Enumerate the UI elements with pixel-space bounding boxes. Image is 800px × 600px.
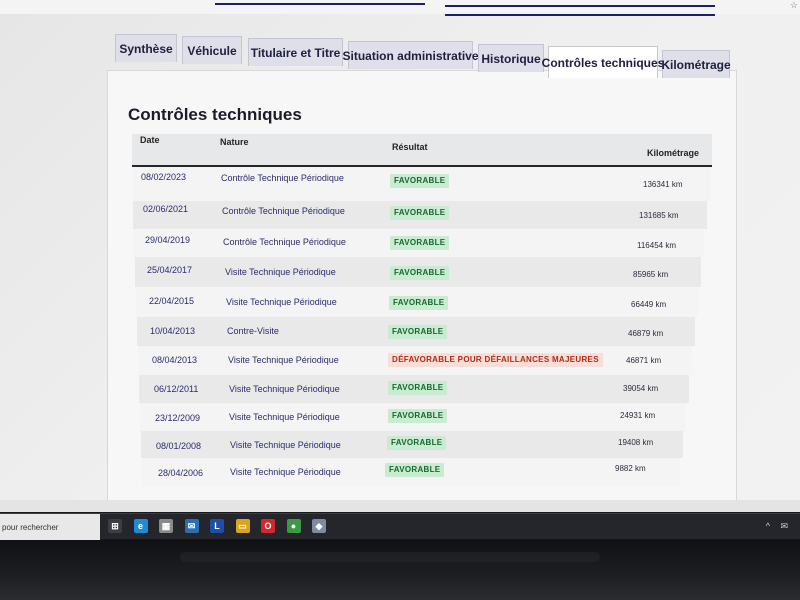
table-row: 08/02/2023 Contrôle Technique Périodique… [133, 167, 711, 201]
row-date: 28/04/2006 [158, 468, 204, 478]
windows-taskbar: pour rechercher ⊞ e ▦ ✉ L ▭ O ● ◆ ^ ✉ [0, 513, 800, 540]
result-badge: FAVORABLE [388, 381, 448, 395]
header-date: Date [140, 135, 160, 145]
row-km: 66449 km [631, 300, 667, 309]
table-row: 10/04/2013 Contre-Visite FAVORABLE 46879… [137, 317, 695, 346]
app-icon[interactable]: ◆ [312, 519, 326, 533]
row-date: 06/12/2011 [154, 384, 199, 394]
table-row: 23/12/2009 Visite Technique Périodique F… [140, 403, 686, 431]
row-nature: Visite Technique Périodique [226, 297, 337, 307]
result-badge: DÉFAVORABLE POUR DÉFAILLANCES MAJEURES [388, 353, 603, 367]
result-badge: FAVORABLE [389, 296, 449, 310]
row-nature: Contre-Visite [227, 326, 279, 336]
table-row: 28/04/2006 Visite Technique Périodique F… [142, 458, 680, 486]
row-date: 08/01/2008 [156, 441, 202, 451]
row-nature: Contrôle Technique Périodique [221, 173, 344, 183]
result-badge: FAVORABLE [390, 174, 450, 188]
result-badge: FAVORABLE [390, 206, 450, 220]
row-km: 85965 km [633, 270, 669, 279]
row-date: 29/04/2019 [145, 235, 191, 245]
table-row: 25/04/2017 Visite Technique Périodique F… [135, 257, 701, 287]
table-row: 22/04/2015 Visite Technique Périodique F… [136, 287, 698, 317]
chrome-icon[interactable]: ● [286, 519, 301, 533]
task-view-icon[interactable]: ⊞ [108, 519, 122, 533]
tab-historique[interactable]: Historique [478, 44, 544, 72]
row-date: 08/04/2013 [152, 355, 198, 365]
tab-situation-administrative[interactable]: Situation administrative [342, 41, 479, 69]
table-row: 08/04/2013 Visite Technique Périodique D… [138, 346, 692, 375]
top-strip: ☆ [0, 0, 800, 16]
star-icon[interactable]: ☆ [790, 0, 798, 11]
row-date: 10/04/2013 [150, 326, 196, 336]
tab-kilometrage[interactable]: Kilométrage [661, 50, 731, 78]
row-nature: Visite Technique Périodique [230, 440, 341, 450]
tab-bar: Synthèse Véhicule Titulaire et Titre Sit… [115, 33, 735, 78]
result-badge: FAVORABLE [390, 266, 450, 280]
row-nature: Contrôle Technique Périodique [223, 237, 346, 247]
row-km: 24931 km [620, 411, 656, 420]
result-badge: FAVORABLE [388, 325, 448, 339]
header-resultat: Résultat [392, 142, 428, 152]
nav-underline [445, 5, 715, 7]
row-date: 23/12/2009 [155, 413, 201, 423]
row-nature: Visite Technique Périodique [225, 267, 336, 277]
tab-synthese[interactable]: Synthèse [115, 34, 177, 62]
tab-controles-techniques[interactable]: Contrôles techniques [542, 46, 664, 78]
monitor-bezel [0, 540, 800, 600]
edge-icon[interactable]: e [133, 519, 148, 533]
row-km: 19408 km [618, 438, 654, 447]
row-date: 25/04/2017 [147, 265, 193, 275]
table-header: Date Nature Résultat Kilométrage [132, 134, 712, 167]
table-row: 02/06/2021 Contrôle Technique Périodique… [133, 201, 707, 229]
row-nature: Visite Technique Périodique [229, 412, 340, 422]
file-explorer-icon[interactable]: ▭ [235, 519, 250, 533]
table-row: 29/04/2019 Contrôle Technique Périodique… [134, 229, 704, 257]
nav-underline [445, 14, 715, 16]
result-badge: FAVORABLE [388, 409, 448, 423]
mail-icon[interactable]: ✉ [184, 519, 199, 533]
taskbar-search[interactable]: pour rechercher [0, 514, 100, 540]
header-kilometrage: Kilométrage [647, 148, 700, 158]
l-app-icon[interactable]: L [210, 519, 224, 533]
table-row: 06/12/2011 Visite Technique Périodique F… [139, 375, 689, 403]
row-nature: Contrôle Technique Périodique [222, 206, 345, 216]
opera-icon[interactable]: O [261, 519, 275, 533]
result-badge: FAVORABLE [387, 436, 447, 450]
row-nature: Visite Technique Périodique [229, 384, 340, 394]
tab-vehicule[interactable]: Véhicule [182, 36, 242, 64]
row-km: 136341 km [643, 180, 683, 189]
row-km: 131685 km [639, 211, 679, 220]
calculator-icon[interactable]: ▦ [159, 519, 173, 533]
row-km: 46879 km [628, 329, 664, 338]
nav-underline [215, 3, 425, 5]
tab-titulaire[interactable]: Titulaire et Titre [248, 38, 343, 66]
bezel-reflection [180, 552, 600, 562]
section-title: Contrôles techniques [128, 105, 302, 124]
row-km: 46871 km [626, 356, 662, 365]
table-row: 08/01/2008 Visite Technique Périodique F… [141, 431, 683, 458]
browser-viewport: ☆ Synthèse Véhicule Titulaire et Titre S… [0, 0, 800, 512]
page-bottom [0, 500, 800, 512]
row-nature: Visite Technique Périodique [228, 355, 339, 365]
system-tray[interactable]: ^ ✉ [766, 521, 792, 532]
result-badge: FAVORABLE [390, 236, 450, 250]
row-nature: Visite Technique Périodique [230, 467, 341, 477]
row-km: 39054 km [623, 384, 659, 393]
row-date: 02/06/2021 [143, 204, 189, 214]
row-date: 22/04/2015 [149, 296, 195, 306]
result-badge: FAVORABLE [385, 463, 445, 477]
row-km: 9882 km [615, 464, 646, 473]
header-nature: Nature [220, 137, 249, 147]
row-date: 08/02/2023 [141, 172, 187, 182]
row-km: 116454 km [637, 241, 676, 250]
